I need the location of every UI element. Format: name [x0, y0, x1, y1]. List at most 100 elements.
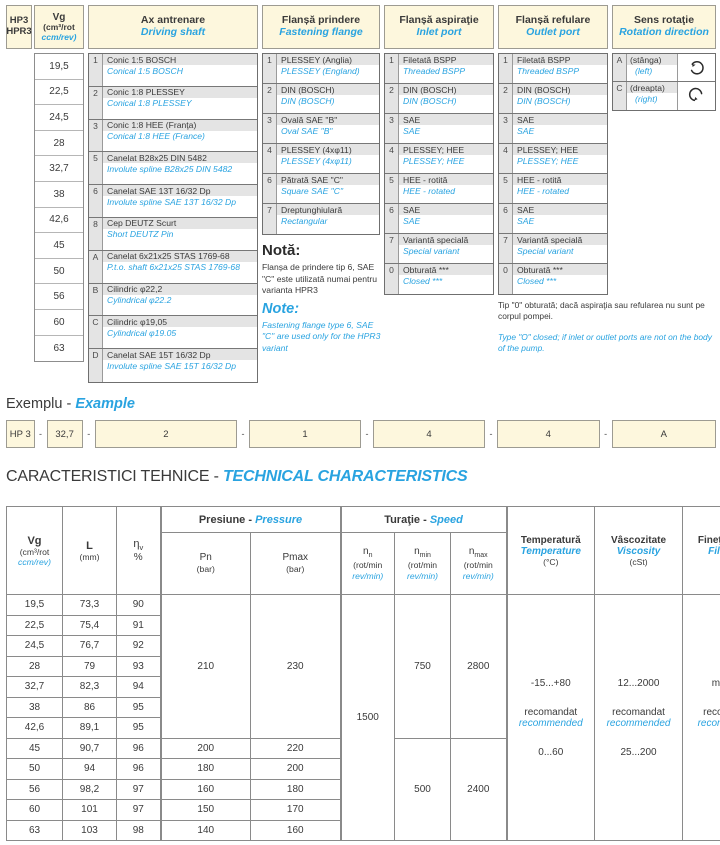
cell-vg: 24,5: [6, 635, 63, 657]
option-row[interactable]: 7 Variantă specială Special variant: [385, 234, 493, 264]
option-label-en: Conical 1:5 BOSCH: [103, 65, 257, 76]
option-row[interactable]: 1 Filetată BSPP Threaded BSPP: [385, 54, 493, 84]
option-label-en: Conical 1:8 HEE (France): [103, 130, 257, 142]
option-label-en: SAE: [513, 125, 607, 136]
option-label-en: Closed ***: [513, 275, 607, 286]
example-code-box[interactable]: HP 3: [6, 420, 35, 448]
option-label-ro: Variantă specială: [513, 234, 607, 245]
option-code: 1: [263, 54, 277, 83]
option-label-en: Oval SAE "B": [277, 125, 379, 136]
option-text: PLESSEY; HEE PLESSEY; HEE: [513, 144, 607, 173]
option-row[interactable]: 4 PLESSEY; HEE PLESSEY; HEE: [385, 144, 493, 174]
shaft-title-en: Driving shaft: [140, 26, 206, 38]
th-pmax: Pmax (bar): [250, 532, 341, 595]
temperature-range: -15...+80: [530, 677, 571, 689]
th-nmax-sub: max: [474, 551, 488, 559]
displacement-cell: 28: [35, 130, 83, 157]
option-row[interactable]: 6 SAE SAE: [499, 204, 607, 234]
cell-vg: 38: [6, 696, 63, 718]
option-row[interactable]: B Cilindric φ22,2 Cylindrical φ22.2: [89, 283, 257, 317]
option-label-ro: Dreptunghiulară: [277, 204, 379, 215]
option-row[interactable]: 5 Canelat B28x25 DIN 5482 Involute spline …: [89, 152, 257, 186]
option-row[interactable]: 4 PLESSEY; HEE PLESSEY; HEE: [499, 144, 607, 174]
option-row[interactable]: A Canelat 6x21x25 STAS 1769-68 P.t.o. shaf…: [89, 250, 257, 284]
option-text: PLESSEY (4xφ11) PLESSEY (4xφ11): [277, 144, 379, 173]
option-row[interactable]: 3 SAE SAE: [385, 114, 493, 144]
option-text: Conic 1:8 HEE (Franţa) Conical 1:8 HEE (F…: [103, 119, 257, 152]
viscosity-value: 25...200: [620, 746, 657, 758]
example-code-box[interactable]: 2: [94, 420, 238, 448]
rotation-label: (stânga) (left): [627, 54, 677, 81]
option-row[interactable]: 2 Conic 1:8 PLESSEY Conical 1:8 PLESSEY: [89, 86, 257, 120]
example-code-box[interactable]: 4: [497, 420, 600, 448]
option-row[interactable]: 1 Conic 1:5 BOSCH Conical 1:5 BOSCH: [89, 54, 257, 87]
th-nmax-unit-ro: (rot/min: [463, 560, 493, 571]
option-row[interactable]: 1 PLESSEY (Anglia) PLESSEY (England): [263, 54, 379, 84]
option-label-en: Involute spline SAE 15T 16/32 Dp: [103, 360, 257, 372]
option-row[interactable]: 6 Pătrată SAE "C" Square SAE "C": [263, 174, 379, 204]
option-code: 4: [263, 144, 277, 173]
option-label-ro: SAE: [399, 114, 493, 125]
option-label-ro: HEE - rotită: [513, 174, 607, 185]
option-row[interactable]: C Cilindric φ19,05 Cylindrical φ19.05: [89, 316, 257, 350]
example-separator: -: [365, 429, 369, 439]
filtration-rec-en: recommended: [697, 717, 720, 729]
cell-pmax: 170: [250, 799, 341, 821]
rotation-label-ro: (dreapta): [627, 82, 677, 93]
rotation-option-row[interactable]: C (dreapta) (right): [613, 82, 715, 110]
option-row[interactable]: 5 HEE - rotită HEE - rotated: [385, 174, 493, 204]
example-code-box[interactable]: A: [611, 420, 716, 448]
th-vg-unit-ro: (cm³/rot: [19, 546, 50, 557]
option-label-ro: DIN (BOSCH): [277, 84, 379, 95]
cell-nmin: 500: [394, 737, 451, 841]
option-row[interactable]: 1 Filetată BSPP Threaded BSPP: [499, 54, 607, 84]
option-row[interactable]: 2 DIN (BOSCH) DIN (BOSCH): [385, 84, 493, 114]
option-label-ro: Filetată BSPP: [399, 54, 493, 65]
configuration-code-table: HP3 HPR3 Vg (cm³/rot ccm/rev) Ax antrena…: [6, 5, 716, 383]
option-row[interactable]: 3 Ovală SAE "B" Oval SAE "B": [263, 114, 379, 144]
example-code-box[interactable]: 1: [249, 420, 362, 448]
viscosity-range: 12...2000: [617, 677, 660, 689]
th-nmax: nmax (rot/min rev/min): [449, 532, 508, 595]
option-row[interactable]: 6 SAE SAE: [385, 204, 493, 234]
option-row[interactable]: 4 PLESSEY (4xφ11) PLESSEY (4xφ11): [263, 144, 379, 174]
option-code: 1: [89, 54, 103, 86]
option-code: 2: [385, 84, 399, 113]
cell-nmin: 750: [394, 594, 451, 739]
cell-vg: 42,6: [6, 717, 63, 739]
option-code: 6: [499, 204, 513, 233]
header-rotation-direction: Sens rotaţie Rotation direction: [612, 5, 716, 49]
option-row[interactable]: 3 SAE SAE: [499, 114, 607, 144]
example-code-box[interactable]: 32,7: [46, 420, 83, 448]
note-body-en: Fastening flange type 6, SAE "C" are use…: [262, 319, 381, 353]
option-label-en: Square SAE "C": [277, 185, 379, 196]
option-row[interactable]: 2 DIN (BOSCH) DIN (BOSCH): [499, 84, 607, 114]
option-row[interactable]: 0 Obturată *** Closed ***: [385, 264, 493, 294]
option-row[interactable]: 7 Variantă specială Special variant: [499, 234, 607, 264]
option-text: Filetată BSPP Threaded BSPP: [399, 54, 493, 83]
option-row[interactable]: 2 DIN (BOSCH) DIN (BOSCH): [263, 84, 379, 114]
cell-pmax: 220: [250, 737, 341, 759]
th-visc-unit: (cSt): [629, 556, 648, 567]
note-body-ro: Flanșa de prindere tip 6, SAE "C" este u…: [262, 262, 378, 296]
option-row[interactable]: 7 Dreptunghiulară Rectangular: [263, 204, 379, 234]
option-row[interactable]: D Canelat SAE 15T 16/32 Dp Involute spline…: [89, 349, 257, 382]
option-code: 6: [89, 185, 103, 217]
option-text: Cilindric φ19,05 Cylindrical φ19.05: [103, 316, 257, 348]
outlet-port-option-list: 1 Filetată BSPP Threaded BSPP 2 DIN (BOSCH) D…: [498, 53, 608, 295]
cell-efficiency: 97: [116, 778, 161, 800]
th-speed-group: Turaţie - Speed: [339, 506, 508, 533]
option-row[interactable]: 0 Obturată *** Closed ***: [499, 264, 607, 294]
fastening-flange-option-list: 1 PLESSEY (Anglia) PLESSEY (England) 2 DIN (…: [262, 53, 380, 235]
option-label-en: Cylindrical φ19.05: [103, 327, 257, 339]
cell-length: 89,1: [62, 717, 117, 739]
option-row[interactable]: 8 Cep DEUTZ Scurt Short DEUTZ Pin: [89, 217, 257, 251]
option-row[interactable]: 5 HEE - rotită HEE - rotated: [499, 174, 607, 204]
th-vg-symbol: Vg: [27, 534, 42, 547]
option-label-en: Cylindrical φ22.2: [103, 294, 257, 306]
example-code-box[interactable]: 4: [373, 420, 486, 448]
option-row[interactable]: 3 Conic 1:8 HEE (Franţa) Conical 1:8 HEE (…: [89, 119, 257, 153]
option-row[interactable]: 6 Canelat SAE 13T 16/32 Dp Involute spline…: [89, 185, 257, 218]
option-code: 5: [499, 174, 513, 203]
rotation-option-row[interactable]: A (stânga) (left): [613, 54, 715, 82]
